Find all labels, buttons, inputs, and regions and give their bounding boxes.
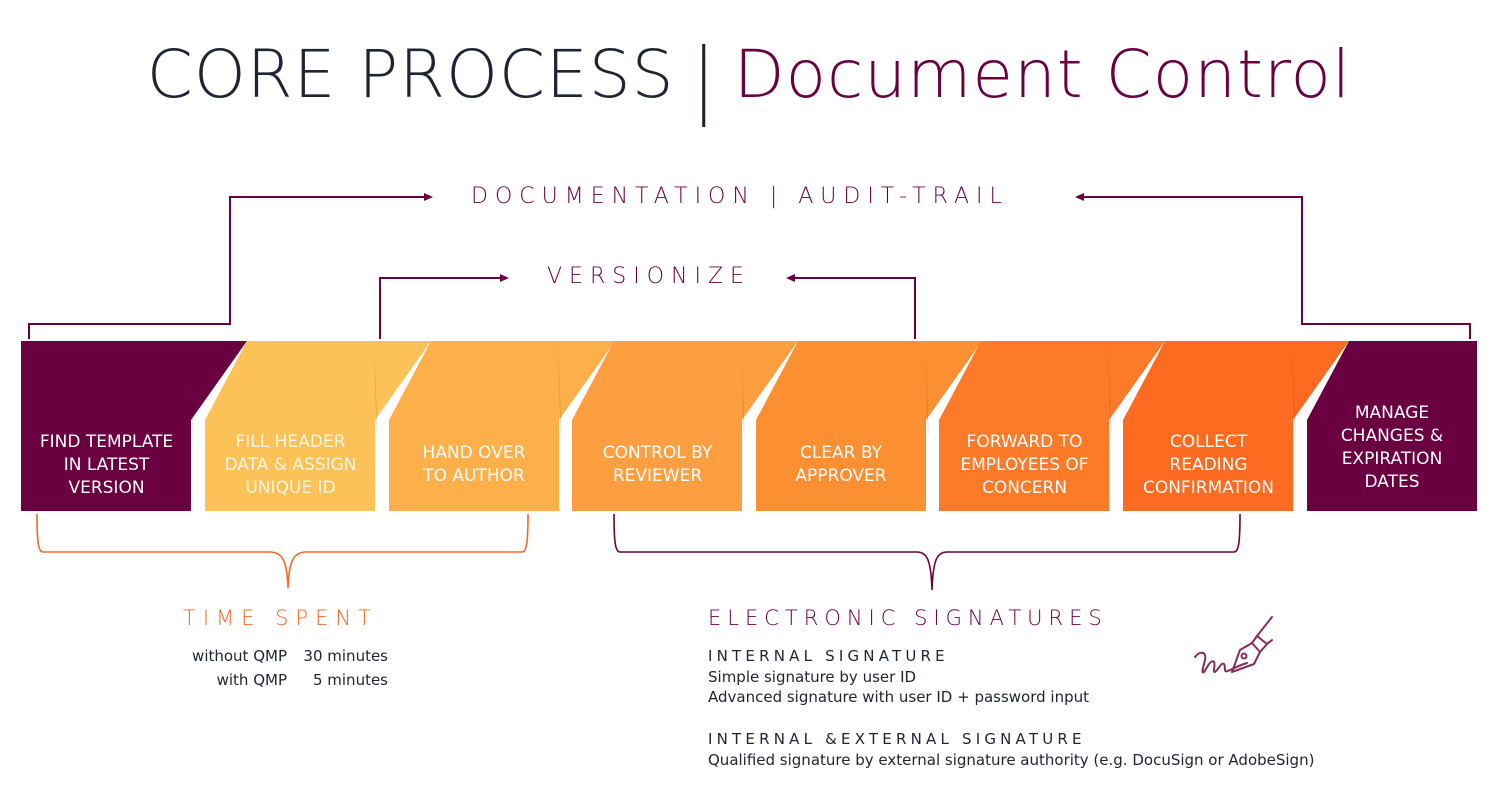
versionize-left-line <box>379 277 500 339</box>
documentation-arrowhead-left <box>1075 193 1084 201</box>
internal-signature-line: Simple signature by user ID <box>708 668 917 686</box>
versionize-arrowhead-left <box>786 274 795 282</box>
versionize-arrowhead-right <box>500 274 509 282</box>
external-signature-heading: INTERNAL &EXTERNAL SIGNATURE <box>708 730 1086 748</box>
step-manage-changes: MANAGE CHANGES & EXPIRATION DATES <box>1340 403 1444 492</box>
documentation-left-line <box>28 196 424 339</box>
step-control-by-reviewer: CONTROL BY REVIEWER <box>602 443 713 486</box>
internal-signature-line: Advanced signature with user ID + passwo… <box>708 688 1090 706</box>
time-row-label: without QMP <box>192 647 287 665</box>
time-row-value: 5 minutes <box>312 671 388 689</box>
time-row-label: with QMP <box>216 671 287 689</box>
step-fill-header: FILL HEADER DATA & ASSIGN UNIQUE ID <box>224 431 357 498</box>
time-spent-brace <box>36 513 529 589</box>
time-spent-title: TIME SPENT <box>183 606 378 630</box>
documentation-audit-trail-label: DOCUMENTATION | AUDIT-TRAIL <box>471 184 1009 209</box>
documentation-arrowhead-right <box>424 193 433 201</box>
external-signature-line: Qualified signature by external signatur… <box>708 751 1315 769</box>
step-hand-over: HAND OVER TO AUTHOR <box>422 443 526 486</box>
internal-signature-heading: INTERNAL SIGNATURE <box>708 647 949 665</box>
step-find-template: FIND TEMPLATE IN LATEST VERSION <box>39 431 174 498</box>
step-forward-to-employees: FORWARD TO EMPLOYEES OF CONCERN <box>960 431 1089 498</box>
electronic-signatures-title: ELECTRONIC SIGNATURES <box>708 606 1108 630</box>
versionize-label: VERSIONIZE <box>547 264 751 289</box>
documentation-right-line <box>1084 196 1471 339</box>
signature-pen-icon <box>1194 616 1273 674</box>
step-collect-reading: COLLECT READING CONFIRMATION <box>1142 431 1275 498</box>
electronic-signatures-brace <box>613 513 1241 591</box>
versionize-right-line <box>795 277 916 339</box>
step-clear-by-approver: CLEAR BY APPROVER <box>795 443 887 486</box>
time-row-value: 30 minutes <box>303 647 388 665</box>
